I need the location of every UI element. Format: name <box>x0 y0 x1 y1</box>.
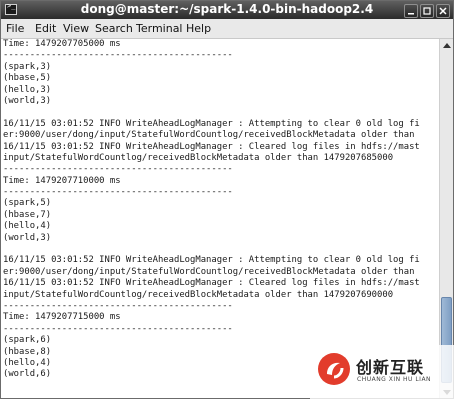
terminal-window: >_ dong@master:~/spark-1.4.0-bin-hadoop2… <box>0 0 454 399</box>
terminal-line: (hbase,5) <box>3 73 52 84</box>
terminal-line: ----------------------------------------… <box>3 300 233 311</box>
terminal-line: ----------------------------------------… <box>3 187 233 198</box>
maximize-icon[interactable] <box>420 4 434 18</box>
terminal-line: (world,3) <box>3 95 52 106</box>
terminal-line: Time: 1479207715000 ms <box>3 312 121 323</box>
menu-help[interactable]: Help <box>186 22 211 35</box>
terminal-line: input/StatefulWordCountlog/receivedBlock… <box>3 152 394 163</box>
terminal-line: (hello,4) <box>3 221 52 232</box>
terminal-line: 16/11/15 03:01:52 INFO WriteAheadLogMana… <box>3 141 420 152</box>
menu-terminal[interactable]: Terminal <box>136 22 183 35</box>
menu-edit[interactable]: Edit <box>35 22 56 35</box>
terminal-line: Time: 1479207710000 ms <box>3 175 121 186</box>
watermark-logo-icon <box>318 353 350 385</box>
terminal-line: (world,3) <box>3 232 52 243</box>
watermark: 创新互联 CHUANG XIN HU LIAN <box>310 345 454 399</box>
close-icon[interactable] <box>436 4 450 18</box>
terminal-line: Time: 1479207705000 ms <box>3 39 121 49</box>
scroll-up-icon[interactable] <box>440 39 453 52</box>
terminal-line: 16/11/15 03:01:52 INFO WriteAheadLogMana… <box>3 278 420 289</box>
terminal-line: (hbase,7) <box>3 209 52 220</box>
terminal-line: 16/11/15 03:01:52 INFO WriteAheadLogMana… <box>3 255 420 266</box>
terminal-line: input/StatefulWordCountlog/receivedBlock… <box>3 289 394 300</box>
watermark-subtitle: CHUANG XIN HU LIAN <box>357 376 432 383</box>
terminal-line: (hello,3) <box>3 84 52 95</box>
menu-file[interactable]: File <box>6 22 24 35</box>
watermark-name: 创新互联 <box>356 358 425 377</box>
terminal-line: 16/11/15 03:01:52 INFO WriteAheadLogMana… <box>3 118 420 129</box>
window-controls <box>402 3 450 18</box>
terminal-line: ----------------------------------------… <box>3 50 233 61</box>
menu-view[interactable]: View <box>63 22 89 35</box>
terminal-line: (spark,5) <box>3 198 52 209</box>
terminal-line: er:9000/user/dong/input/StatefulWordCoun… <box>3 266 415 277</box>
title-bar[interactable]: >_ dong@master:~/spark-1.4.0-bin-hadoop2… <box>1 1 453 19</box>
window-title: dong@master:~/spark-1.4.0-bin-hadoop2.4 <box>80 2 374 16</box>
terminal-line: ----------------------------------------… <box>3 164 233 175</box>
terminal-text: Time: 1479207705000 ms ------------------… <box>1 39 439 381</box>
terminal-line: (spark,3) <box>3 61 52 72</box>
menu-bar: File Edit View Search Terminal Help <box>1 19 453 39</box>
terminal-line: ----------------------------------------… <box>3 323 233 334</box>
minimize-icon[interactable] <box>404 4 418 18</box>
menu-search[interactable]: Search <box>95 22 133 35</box>
terminal-line: er:9000/user/dong/input/StatefulWordCoun… <box>3 130 415 141</box>
